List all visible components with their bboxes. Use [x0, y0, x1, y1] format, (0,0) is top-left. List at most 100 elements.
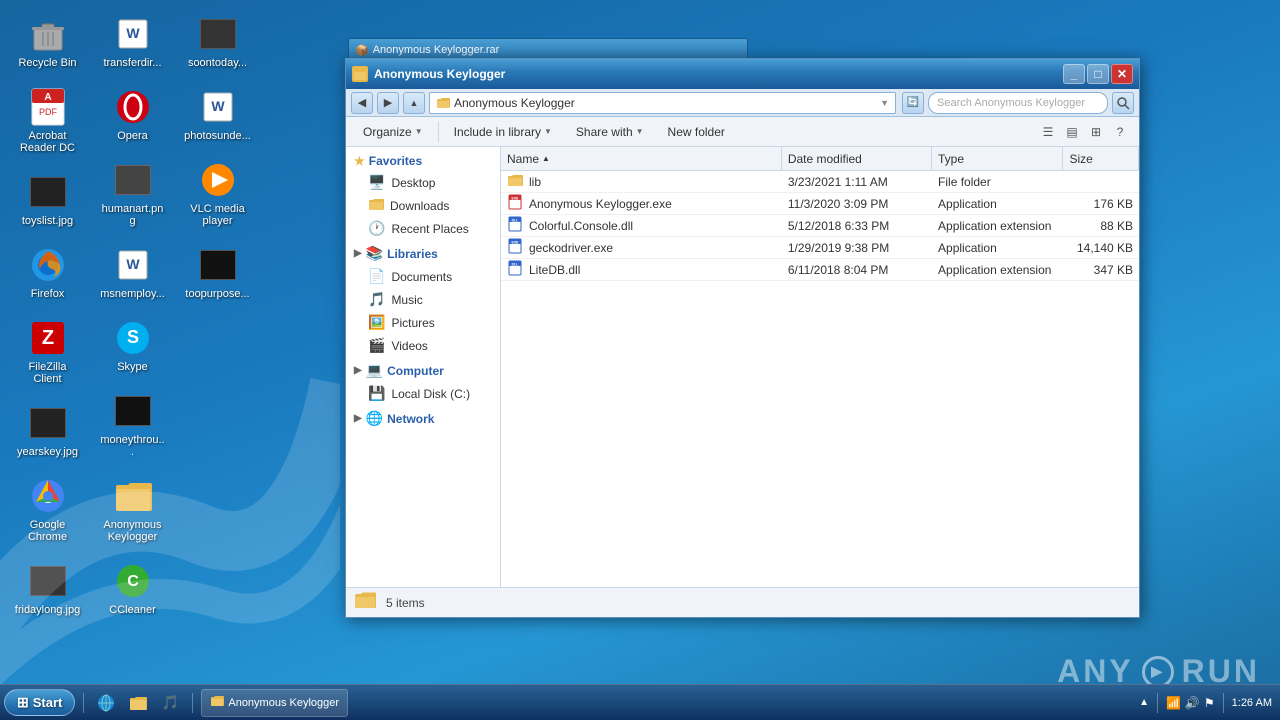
- computer-expand-icon: ▶: [354, 365, 362, 376]
- table-row[interactable]: EXE Anonymous Keylogger.exe 11/3/2020 3:…: [501, 193, 1139, 215]
- desktop-icon-acrobat[interactable]: A PDF Acrobat Reader DC: [10, 83, 85, 158]
- tray-expand-icon[interactable]: ▲: [1139, 697, 1149, 708]
- forward-button[interactable]: ▶: [377, 92, 399, 114]
- humanart-icon: [113, 160, 153, 200]
- back-button[interactable]: ◀: [351, 92, 373, 114]
- desktop-icon-recycle-bin[interactable]: Recycle Bin: [10, 10, 85, 73]
- col-header-name[interactable]: Name ▲: [501, 147, 782, 170]
- nav-item-local-disk[interactable]: 💾 Local Disk (C:): [346, 382, 500, 405]
- music-nav-label: Music: [391, 293, 422, 307]
- tray-network-icon[interactable]: 📶: [1166, 696, 1181, 710]
- organize-button[interactable]: Organize ▼: [354, 121, 432, 143]
- refresh-button[interactable]: 🔄: [902, 92, 924, 114]
- file-list: Name ▲ Date modified Type Size: [501, 147, 1139, 587]
- search-icon: [1116, 96, 1130, 110]
- vlc-label: VLC media player: [184, 203, 251, 227]
- toolbar: Organize ▼ Include in library ▼ Share wi…: [346, 117, 1139, 147]
- search-button[interactable]: [1112, 92, 1134, 114]
- taskbar: ⊞ Start 🎵: [0, 684, 1280, 720]
- svg-text:A: A: [44, 92, 51, 103]
- desktop-icon-humanart[interactable]: humanart.png: [95, 156, 170, 231]
- photosunde-label: photosunde...: [184, 130, 251, 142]
- nav-item-recent[interactable]: 🕐 Recent Places: [346, 217, 500, 240]
- address-field[interactable]: Anonymous Keylogger ▼: [429, 92, 896, 114]
- desktop-icon-toyslist[interactable]: toyslist.jpg: [10, 168, 85, 231]
- nav-item-desktop[interactable]: 🖥️ Desktop: [346, 171, 500, 194]
- minimize-button[interactable]: _: [1063, 64, 1085, 84]
- desktop-icon-yearskey[interactable]: yearskey.jpg: [10, 399, 85, 462]
- network-section: ▶ 🌐 Network: [346, 407, 500, 430]
- share-with-button[interactable]: Share with ▼: [567, 121, 653, 143]
- table-row[interactable]: lib 3/23/2021 1:11 AM File folder: [501, 171, 1139, 193]
- favorites-header[interactable]: ★ Favorites: [346, 151, 500, 171]
- moneythrou-label: moneythrou...: [99, 434, 166, 458]
- nav-item-downloads[interactable]: Downloads: [346, 194, 500, 217]
- col-header-type[interactable]: Type: [932, 147, 1064, 170]
- transferdir-label: transferdir...: [103, 57, 161, 69]
- col-header-date[interactable]: Date modified: [782, 147, 932, 170]
- desktop-icon-skype[interactable]: S Skype: [95, 314, 170, 377]
- search-field[interactable]: Search Anonymous Keylogger: [928, 92, 1108, 114]
- file-date-cell: 6/11/2018 8:04 PM: [782, 263, 932, 277]
- include-library-chevron-icon: ▼: [544, 127, 552, 136]
- desktop-icon-msnemploy[interactable]: W msnemploy...: [95, 241, 170, 304]
- view-icons-button[interactable]: ⊞: [1085, 121, 1107, 143]
- view-details-button[interactable]: ▤: [1061, 121, 1083, 143]
- quick-ie-icon[interactable]: [92, 689, 120, 717]
- maximize-button[interactable]: □: [1087, 64, 1109, 84]
- desktop-icon-vlc[interactable]: VLC media player: [180, 156, 255, 231]
- desktop-icon-transferdir[interactable]: W transferdir...: [95, 10, 170, 73]
- column-headers: Name ▲ Date modified Type Size: [501, 147, 1139, 171]
- nav-item-videos[interactable]: 🎬 Videos: [346, 334, 500, 357]
- quick-media-icon[interactable]: 🎵: [156, 689, 184, 717]
- quick-folder-icon[interactable]: [124, 689, 152, 717]
- taskbar-item-explorer[interactable]: Anonymous Keylogger: [201, 689, 348, 717]
- up-button[interactable]: ▲: [403, 92, 425, 114]
- col-header-size[interactable]: Size: [1063, 147, 1139, 170]
- file-name-cell: lib: [501, 173, 782, 190]
- pictures-nav-icon: 🖼️: [368, 314, 385, 331]
- tray-volume-icon[interactable]: 🔊: [1185, 696, 1200, 710]
- downloads-nav-label: Downloads: [390, 199, 449, 213]
- desktop-icon-moneythrou[interactable]: moneythrou...: [95, 387, 170, 462]
- dll-icon: DLL: [507, 260, 523, 279]
- desktop-icon-soontoday[interactable]: soontoday...: [180, 10, 255, 73]
- desktop-icon-anonymous-keylogger[interactable]: Anonymous Keylogger: [95, 472, 170, 547]
- nav-item-pictures[interactable]: 🖼️ Pictures: [346, 311, 500, 334]
- help-button[interactable]: ?: [1109, 121, 1131, 143]
- desktop-icon-photosunde[interactable]: W photosunde...: [180, 83, 255, 146]
- svg-text:W: W: [211, 98, 225, 114]
- desktop-icon-filezilla[interactable]: Z FileZilla Client: [10, 314, 85, 389]
- desktop-nav-icon: 🖥️: [368, 174, 385, 191]
- table-row[interactable]: DLL Colorful.Console.dll 5/12/2018 6:33 …: [501, 215, 1139, 237]
- address-text: Anonymous Keylogger: [454, 96, 575, 110]
- system-clock[interactable]: 1:26 AM: [1232, 697, 1272, 709]
- libraries-section: ▶ 📚 Libraries 📄 Documents 🎵 Music 🖼️: [346, 242, 500, 357]
- toopurpose-label: toopurpose...: [185, 288, 249, 300]
- start-button[interactable]: ⊞ Start: [4, 689, 75, 716]
- nav-item-music[interactable]: 🎵 Music: [346, 288, 500, 311]
- table-row[interactable]: DLL LiteDB.dll 6/11/2018 8:04 PM Applica…: [501, 259, 1139, 281]
- close-button[interactable]: ✕: [1111, 64, 1133, 84]
- nav-item-documents[interactable]: 📄 Documents: [346, 265, 500, 288]
- table-row[interactable]: EXE geckodriver.exe 1/29/2019 9:38 PM Ap…: [501, 237, 1139, 259]
- desktop-icon-ccleaner[interactable]: C CCleaner: [95, 557, 170, 620]
- desktop-icon-firefox[interactable]: Firefox: [10, 241, 85, 304]
- desktop-icon-toopurpose[interactable]: toopurpose...: [180, 241, 255, 304]
- title-bar-left: Anonymous Keylogger: [352, 66, 505, 82]
- taskbar-active-items: Anonymous Keylogger: [197, 689, 1131, 717]
- tray-action-center-icon[interactable]: ⚑: [1204, 696, 1215, 710]
- transferdir-icon: W: [113, 14, 153, 54]
- include-library-button[interactable]: Include in library ▼: [445, 121, 561, 143]
- libraries-header[interactable]: ▶ 📚 Libraries: [346, 242, 500, 265]
- computer-header[interactable]: ▶ 💻 Computer: [346, 359, 500, 382]
- computer-nav-label: Computer: [387, 364, 444, 378]
- network-header[interactable]: ▶ 🌐 Network: [346, 407, 500, 430]
- new-folder-button[interactable]: New folder: [659, 121, 734, 143]
- status-folder-icon: [354, 590, 376, 616]
- address-dropdown-icon[interactable]: ▼: [880, 98, 889, 108]
- desktop-icon-fridaylong[interactable]: fridaylong.jpg: [10, 557, 85, 620]
- desktop-icon-chrome[interactable]: Google Chrome: [10, 472, 85, 547]
- desktop-icon-opera[interactable]: Opera: [95, 83, 170, 146]
- view-list-button[interactable]: ☰: [1037, 121, 1059, 143]
